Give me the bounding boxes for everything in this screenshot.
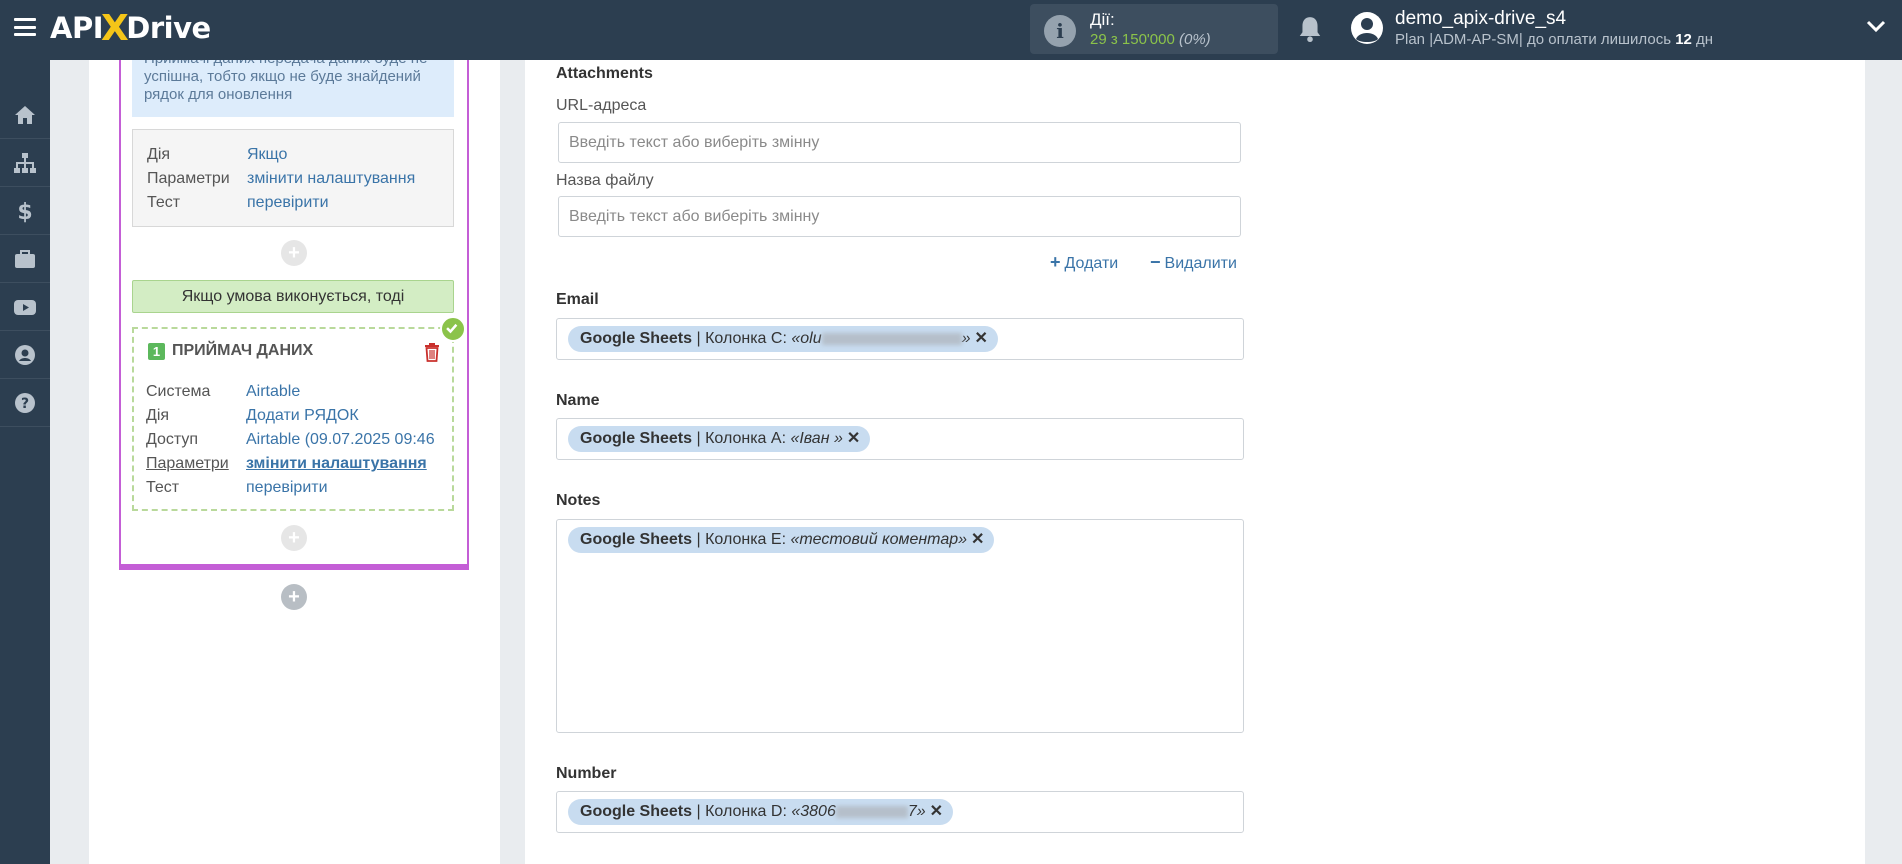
- sidebar-item-video[interactable]: [0, 284, 50, 331]
- username[interactable]: demo_apix-drive_s4: [1395, 8, 1566, 30]
- svg-text:?: ?: [21, 396, 29, 412]
- chevron-down-icon[interactable]: [1866, 20, 1886, 34]
- add-step-button[interactable]: +: [281, 525, 307, 551]
- actions-label: Дії:: [1090, 10, 1115, 29]
- sidebar-item-account[interactable]: [0, 332, 50, 379]
- url-input[interactable]: [558, 122, 1241, 163]
- params-key: Параметри: [146, 455, 229, 472]
- trash-icon[interactable]: [423, 342, 441, 362]
- remove-tag-icon[interactable]: ✕: [930, 803, 943, 820]
- svg-text:$: $: [17, 200, 32, 223]
- add-step-button[interactable]: +: [281, 240, 307, 266]
- plan-info: Plan |ADM-AP-SM| до оплати лишилось 12 д…: [1395, 31, 1714, 48]
- step-number: 1: [148, 342, 165, 360]
- action-key: Дія: [146, 407, 170, 424]
- sidebar: $ ?: [0, 60, 50, 864]
- sidebar-item-connections[interactable]: [0, 140, 50, 187]
- access-value[interactable]: Airtable (09.07.2025 09:46: [246, 431, 435, 449]
- apix-drive-logo[interactable]: API X Drive: [50, 6, 211, 50]
- sidebar-item-help[interactable]: ?: [0, 380, 50, 427]
- system-key: Система: [146, 383, 211, 400]
- sidebar-item-home[interactable]: [0, 92, 50, 139]
- actions-value: 29 з 150'000 (0%): [1090, 31, 1211, 48]
- test-key: Тест: [146, 479, 180, 496]
- condition-params-link[interactable]: змінити налаштування: [247, 170, 415, 188]
- condition-test-link[interactable]: перевірити: [247, 194, 329, 212]
- name-field[interactable]: Google Sheets | Колонка A: «Іван » ✕: [556, 418, 1244, 460]
- settings-panel: [525, 60, 1865, 864]
- notes-label: Notes: [556, 492, 601, 509]
- remove-tag-icon[interactable]: ✕: [971, 531, 984, 548]
- receiver-test-link[interactable]: перевірити: [246, 479, 328, 497]
- menu-icon[interactable]: [14, 18, 36, 36]
- dollar-icon: $: [17, 200, 32, 223]
- variable-tag: Google Sheets | Колонка E: «тестовий ком…: [568, 527, 995, 553]
- top-bar: API X Drive i Дії: 29 з 150'000 (0%) demo_…: [0, 0, 1902, 60]
- number-field[interactable]: Google Sheets | Колонка D: «3806 7» ✕: [556, 791, 1244, 833]
- youtube-icon: [14, 300, 36, 315]
- check-icon: [440, 316, 466, 342]
- action-key: Дія: [147, 146, 171, 163]
- params-key: Параметри: [147, 170, 230, 187]
- condition-true-bar: Якщо умова виконується, тоді: [132, 280, 454, 313]
- home-icon: [15, 106, 35, 124]
- filename-label: Назва файлу: [556, 172, 654, 189]
- remove-tag-icon[interactable]: ✕: [847, 430, 860, 447]
- variable-tag: Google Sheets | Колонка C: «olu» ✕: [568, 326, 998, 352]
- variable-tag: Google Sheets | Колонка D: «3806 7» ✕: [568, 799, 954, 825]
- url-label: URL-адреса: [556, 97, 647, 114]
- access-key: Доступ: [146, 431, 199, 448]
- notes-field[interactable]: Google Sheets | Колонка E: «тестовий ком…: [556, 519, 1244, 733]
- test-key: Тест: [147, 194, 181, 211]
- avatar-icon[interactable]: [1350, 11, 1384, 45]
- remove-tag-icon[interactable]: ✕: [975, 330, 988, 347]
- variable-tag: Google Sheets | Колонка A: «Іван » ✕: [568, 426, 871, 452]
- add-attachment-button[interactable]: + Додати: [1050, 252, 1118, 273]
- receiver-title-text: ПРИЙМАЧ ДАНИХ: [172, 342, 314, 359]
- actions-counter: i Дії: 29 з 150'000 (0%): [1030, 4, 1278, 54]
- sidebar-item-billing[interactable]: $: [0, 188, 50, 235]
- user-icon: [15, 345, 35, 365]
- info-icon: i: [1044, 15, 1076, 47]
- sitemap-icon: [14, 153, 36, 173]
- name-label: Name: [556, 392, 600, 409]
- remove-attachment-button[interactable]: − Видалити: [1150, 252, 1237, 273]
- system-value[interactable]: Airtable: [246, 383, 300, 401]
- add-block-button[interactable]: +: [281, 584, 307, 610]
- filename-input[interactable]: [558, 196, 1241, 237]
- action-value[interactable]: Додати РЯДОК: [246, 407, 359, 425]
- condition-block: Дія Якщо Параметри змінити налаштування Те…: [132, 129, 454, 227]
- receiver-params-link[interactable]: змінити налаштування: [246, 455, 427, 473]
- bell-icon[interactable]: [1297, 15, 1323, 43]
- email-label: Email: [556, 291, 599, 308]
- number-label: Number: [556, 765, 617, 782]
- email-field[interactable]: Google Sheets | Колонка C: «olu» ✕: [556, 318, 1244, 360]
- sidebar-item-projects[interactable]: [0, 236, 50, 283]
- attachments-label: Attachments: [556, 65, 653, 82]
- info-note: Приймачі даних передача даних буде не ус…: [132, 60, 454, 117]
- help-icon: ?: [15, 393, 35, 413]
- briefcase-icon: [15, 250, 35, 268]
- receiver-title: 1 ПРИЙМАЧ ДАНИХ: [148, 342, 313, 360]
- action-value[interactable]: Якщо: [247, 146, 287, 164]
